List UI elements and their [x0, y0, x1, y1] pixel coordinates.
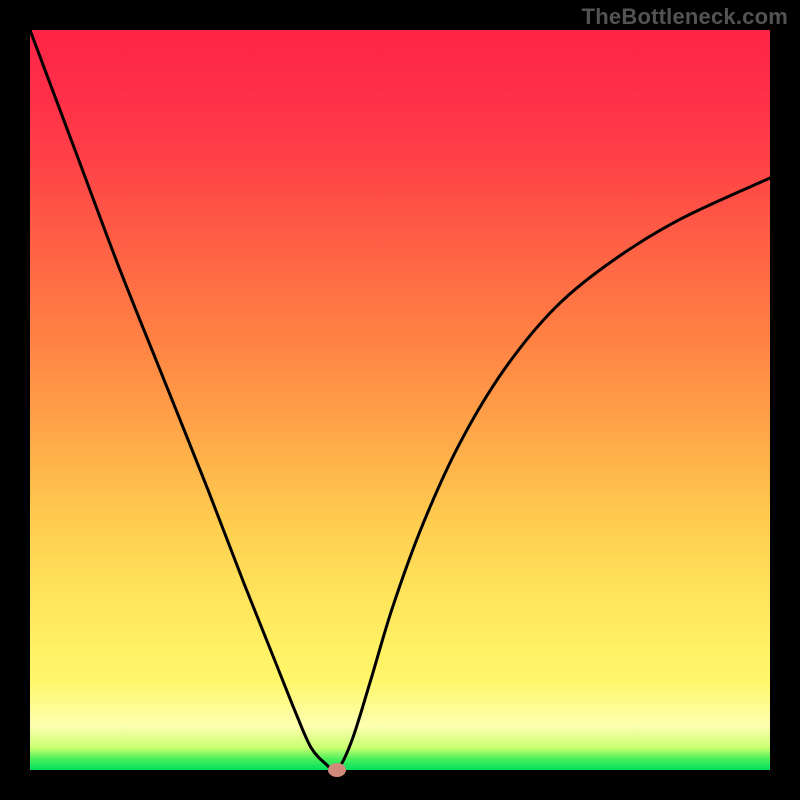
plot-area [30, 30, 770, 770]
attribution-text: TheBottleneck.com [582, 4, 788, 30]
chart-container: TheBottleneck.com [0, 0, 800, 800]
bottleneck-curve [30, 30, 770, 770]
optimal-point-marker [328, 763, 346, 777]
